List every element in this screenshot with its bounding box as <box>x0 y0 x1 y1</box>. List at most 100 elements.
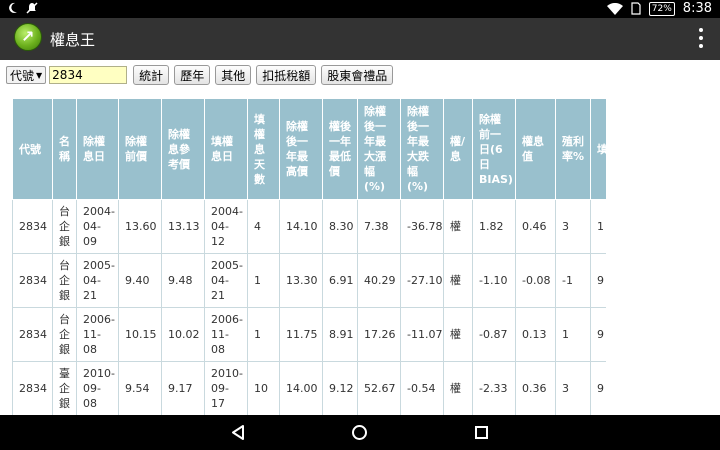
table-cell: 權 <box>443 253 473 308</box>
header-year-low: 權後一年最低價 <box>322 98 358 200</box>
table-cell: 台企銀 <box>52 253 77 308</box>
table-cell: 10.15 <box>118 307 162 362</box>
table-row[interactable]: 2834 臺企銀 2010-09-08 9.54 9.17 2010-09-17… <box>12 361 606 415</box>
table-row[interactable]: 2834 台企銀 2006-11-08 10.15 10.02 2006-11-… <box>12 307 606 362</box>
header-pre-price: 除權前價 <box>118 98 162 200</box>
table-cell: 9.40 <box>118 253 162 308</box>
header-bias: 除權前一日(6日BIAS) <box>472 98 516 200</box>
table-cell: 2834 <box>12 307 53 362</box>
wifi-icon <box>606 2 623 15</box>
header-ref-price: 除權息參考價 <box>161 98 205 200</box>
table-cell: 台企銀 <box>52 307 77 362</box>
shareholder-gift-button[interactable]: 股東會禮品 <box>321 65 394 85</box>
table-cell: -1.10 <box>472 253 516 308</box>
chevron-down-icon: ▼ <box>36 70 43 80</box>
table-cell: 2004-04-12 <box>204 199 248 254</box>
table-cell: 14.00 <box>279 361 323 415</box>
back-icon[interactable] <box>231 425 245 440</box>
table-cell: 9.17 <box>161 361 205 415</box>
table-cell: 4 <box>247 199 280 254</box>
table-cell: 臺企銀 <box>52 361 77 415</box>
table-cell: 10 <box>247 361 280 415</box>
table-cell: 17.26 <box>357 307 401 362</box>
header-fill-days: 填權息天數 <box>247 98 280 200</box>
navigation-bar <box>0 415 720 450</box>
table-cell: 13.60 <box>118 199 162 254</box>
table-cell: 9 <box>590 307 606 362</box>
table-cell: 9.12 <box>322 361 358 415</box>
table-cell: 1 <box>590 199 606 254</box>
table-cell: 2006-11-08 <box>204 307 248 362</box>
header-year-high: 除權後一年最高價 <box>279 98 323 200</box>
table-cell: 2004-04-09 <box>76 199 119 254</box>
table-cell: 2834 <box>12 253 53 308</box>
table-header-row: 代號 名稱 除權息日 除權前價 除權息參考價 填權息日 填權息天數 除權後一年最… <box>12 98 606 200</box>
table-cell: 13.30 <box>279 253 323 308</box>
table-cell: -1 <box>555 253 591 308</box>
table-cell: 0.36 <box>515 361 556 415</box>
table-cell: 2834 <box>12 361 53 415</box>
header-name: 名稱 <box>52 98 77 200</box>
sim-icon <box>631 2 641 15</box>
table-cell: -27.10 <box>400 253 444 308</box>
table-cell: 9 <box>590 361 606 415</box>
header-type: 權/息 <box>443 98 473 200</box>
app-logo-icon: ↗ <box>14 23 42 51</box>
table-cell: 9.54 <box>118 361 162 415</box>
dividend-table-scroll[interactable]: 代號 名稱 除權息日 除權前價 除權息參考價 填權息日 填權息天數 除權後一年最… <box>12 98 606 415</box>
header-max-drop: 除權後一年最大跌幅(%) <box>400 98 444 200</box>
table-cell: -36.78 <box>400 199 444 254</box>
table-cell: 2006-11-08 <box>76 307 119 362</box>
table-cell: 權 <box>443 307 473 362</box>
table-cell: 52.67 <box>357 361 401 415</box>
table-cell: 8.91 <box>322 307 358 362</box>
app-title: 權息王 <box>50 31 96 49</box>
table-cell: 權 <box>443 199 473 254</box>
overflow-menu-icon[interactable] <box>698 28 704 48</box>
table-cell: 7.38 <box>357 199 401 254</box>
table-cell: 14.10 <box>279 199 323 254</box>
table-cell: 11.75 <box>279 307 323 362</box>
battery-indicator: 72% <box>648 1 675 16</box>
header-fill: 填權息 <box>590 98 606 200</box>
table-cell: -11.07 <box>400 307 444 362</box>
table-cell: -0.87 <box>472 307 516 362</box>
table-cell: -0.54 <box>400 361 444 415</box>
table-cell: 0.46 <box>515 199 556 254</box>
table-cell: 9.48 <box>161 253 205 308</box>
table-cell: 2005-04-21 <box>76 253 119 308</box>
table-cell: 9 <box>590 253 606 308</box>
table-cell: 1 <box>247 253 280 308</box>
dividend-table: 代號 名稱 除權息日 除權前價 除權息參考價 填權息日 填權息天數 除權後一年最… <box>12 98 606 415</box>
query-toolbar: 代號 ▼ 2834 統計 歷年 其他 扣抵稅額 股東會禮品 <box>6 65 394 85</box>
table-cell: 1 <box>247 307 280 362</box>
mute-icon <box>26 2 38 14</box>
table-cell: -2.33 <box>472 361 516 415</box>
table-cell: 3 <box>555 199 591 254</box>
stock-code-input[interactable]: 2834 <box>49 66 128 84</box>
table-cell: 2005-04-21 <box>204 253 248 308</box>
header-yield: 殖利率% <box>555 98 591 200</box>
table-cell: 3 <box>555 361 591 415</box>
tax-credit-button[interactable]: 扣抵稅額 <box>256 65 317 85</box>
table-cell: 2010-09-08 <box>76 361 119 415</box>
stats-button[interactable]: 統計 <box>133 65 170 85</box>
table-row[interactable]: 2834 台企銀 2005-04-21 9.40 9.48 2005-04-21… <box>12 253 606 308</box>
recent-apps-icon[interactable] <box>475 426 488 439</box>
table-cell: 40.29 <box>357 253 401 308</box>
clock: 8:38 <box>682 1 712 16</box>
other-button[interactable]: 其他 <box>215 65 252 85</box>
table-cell: 1.82 <box>472 199 516 254</box>
table-cell: -0.08 <box>515 253 556 308</box>
table-cell: 0.13 <box>515 307 556 362</box>
moon-icon <box>9 2 17 13</box>
search-type-value: 代號 <box>10 68 35 83</box>
table-cell: 台企銀 <box>52 199 77 254</box>
search-type-select[interactable]: 代號 ▼ <box>6 66 47 84</box>
home-icon[interactable] <box>352 425 367 440</box>
table-cell: 10.02 <box>161 307 205 362</box>
table-row[interactable]: 2834 台企銀 2004-04-09 13.60 13.13 2004-04-… <box>12 199 606 254</box>
history-button[interactable]: 歷年 <box>174 65 211 85</box>
table-cell: 權 <box>443 361 473 415</box>
header-value: 權息值 <box>515 98 556 200</box>
